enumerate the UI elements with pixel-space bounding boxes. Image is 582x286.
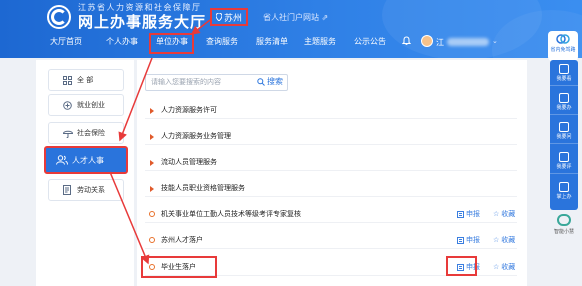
city-selector[interactable]: 苏州 <box>210 8 248 26</box>
service-group[interactable]: 流动人员管理服务 <box>145 154 517 171</box>
service-panel: 请输入您要搜索的内容 搜索 人力资源服务许可 人力资源服务业务管理 流动人员管理… <box>137 60 527 286</box>
mini-program-label: 省内免驾路 <box>550 47 576 53</box>
toolbar-ask[interactable]: 我要问 <box>550 120 578 144</box>
search-button[interactable]: 搜索 <box>257 76 283 87</box>
star-icon: ☆ <box>493 263 500 271</box>
smart-assistant-button[interactable]: 智能小慧 <box>552 214 576 235</box>
favorite-label: 收藏 <box>501 210 516 218</box>
star-icon: ☆ <box>493 210 500 218</box>
toolbar-evaluate[interactable]: 我要评 <box>550 150 578 174</box>
category-label: 人才人事 <box>72 155 104 165</box>
toolbar-label: 我要办 <box>556 105 572 111</box>
portal-link-label: 省人社门户网站 <box>263 13 319 22</box>
user-name[interactable]: 江 <box>436 37 444 48</box>
category-label: 劳动关系 <box>77 186 105 194</box>
service-group[interactable]: 技能人员职业资格管理服务 <box>145 180 517 197</box>
search-icon <box>257 77 265 86</box>
document-icon <box>63 185 71 195</box>
bell-icon[interactable] <box>402 36 411 46</box>
star-icon: ☆ <box>493 236 500 244</box>
portal-link[interactable]: 省人社门户网站 ⇗ <box>263 12 328 23</box>
nav-service-list[interactable]: 服务清单 <box>256 36 288 47</box>
favorite-button[interactable]: ☆ 收藏 <box>493 209 515 219</box>
service-item: 机关事业单位工勤人员技术等级考评专家复核 申报 ☆ 收藏 <box>145 206 517 223</box>
highlight-box-apply <box>446 256 477 276</box>
briefcase-icon <box>63 100 72 110</box>
service-group-label: 人力资源服务许可 <box>161 106 217 114</box>
favorite-label: 收藏 <box>501 236 516 244</box>
expand-arrow-icon <box>150 134 154 140</box>
mini-program-icon <box>556 34 570 44</box>
service-group[interactable]: 人力资源服务许可 <box>145 102 517 119</box>
expand-arrow-icon <box>150 160 154 166</box>
question-icon <box>559 122 569 132</box>
bullet-ring-icon <box>149 211 155 217</box>
category-talent-personnel[interactable]: 人才人事 <box>44 146 128 174</box>
service-group-label: 人力资源服务业务管理 <box>161 132 231 140</box>
nav-announcements[interactable]: 公示公告 <box>354 36 386 47</box>
apply-label: 申报 <box>466 210 480 218</box>
location-pin-icon <box>215 13 222 21</box>
quick-toolbar: 我要看 我要办 我要问 我要评 掌上办 <box>550 60 578 210</box>
favorite-label: 收藏 <box>501 263 516 271</box>
nav-personal[interactable]: 个人办事 <box>106 36 138 47</box>
apply-icon <box>457 236 464 244</box>
category-label: 就业创业 <box>77 101 105 109</box>
highlight-box-item <box>141 256 217 278</box>
monitor-icon <box>559 93 569 103</box>
smart-assistant-label: 智能小慧 <box>553 229 574 235</box>
search-button-label: 搜索 <box>267 77 283 86</box>
category-label: 社会保险 <box>77 129 105 137</box>
nav-home[interactable]: 大厅首页 <box>50 36 82 47</box>
robot-icon <box>557 214 571 226</box>
category-panel: 全 部 就业创业 社会保险 人才人事 劳动关系 <box>36 60 134 286</box>
ministry-logo-icon[interactable] <box>47 5 71 29</box>
chevron-down-icon[interactable]: ⌄ <box>492 37 498 45</box>
category-employment[interactable]: 就业创业 <box>48 94 124 116</box>
toolbar-label: 我要看 <box>556 76 572 82</box>
mini-program-button[interactable]: 省内免驾路 <box>548 31 578 61</box>
grid-icon <box>63 75 72 85</box>
service-group-label: 技能人员职业资格管理服务 <box>161 184 245 192</box>
service-group-label: 流动人员管理服务 <box>161 158 217 166</box>
toolbar-label: 我要问 <box>556 134 572 140</box>
category-label: 全 部 <box>77 76 94 84</box>
favorite-button[interactable]: ☆ 收藏 <box>493 262 515 272</box>
avatar[interactable] <box>421 35 433 47</box>
highlight-box-nav <box>149 33 194 54</box>
category-labor-relations[interactable]: 劳动关系 <box>48 179 124 201</box>
service-item-label[interactable]: 机关事业单位工勤人员技术等级考评专家复核 <box>161 209 301 219</box>
service-group[interactable]: 人力资源服务业务管理 <box>145 128 517 145</box>
header: 江苏省人力资源和社会保障厅 网上办事服务大厅 苏州 省人社门户网站 ⇗ 大厅首页… <box>0 0 582 58</box>
category-all[interactable]: 全 部 <box>48 69 124 91</box>
view-icon <box>559 64 569 74</box>
nav-theme[interactable]: 主题服务 <box>304 36 336 47</box>
service-item-label[interactable]: 苏州人才落户 <box>161 235 203 245</box>
apply-button[interactable]: 申报 <box>457 235 480 245</box>
toolbar-view[interactable]: 我要看 <box>550 62 578 86</box>
user-name-redacted <box>447 38 489 46</box>
external-link-icon: ⇗ <box>321 13 329 22</box>
edit-icon <box>559 152 569 162</box>
favorite-button[interactable]: ☆ 收藏 <box>493 235 515 245</box>
toolbar-mobile[interactable]: 掌上办 <box>550 180 578 204</box>
umbrella-icon <box>63 130 73 138</box>
apply-button[interactable]: 申报 <box>457 209 480 219</box>
apply-icon <box>457 210 464 218</box>
mobile-icon <box>559 182 569 192</box>
site-title[interactable]: 网上办事服务大厅 <box>78 11 206 32</box>
nav-query[interactable]: 查询服务 <box>206 36 238 47</box>
toolbar-label: 我要评 <box>556 164 572 170</box>
toolbar-label: 掌上办 <box>556 194 572 200</box>
city-name: 苏州 <box>223 13 242 24</box>
bullet-ring-icon <box>149 237 155 243</box>
category-social-insurance[interactable]: 社会保险 <box>48 122 124 144</box>
service-item: 苏州人才落户 申报 ☆ 收藏 <box>145 232 517 249</box>
apply-label: 申报 <box>466 236 480 244</box>
expand-arrow-icon <box>150 186 154 192</box>
people-icon <box>56 155 68 165</box>
expand-arrow-icon <box>150 108 154 114</box>
toolbar-handle[interactable]: 我要办 <box>550 91 578 115</box>
